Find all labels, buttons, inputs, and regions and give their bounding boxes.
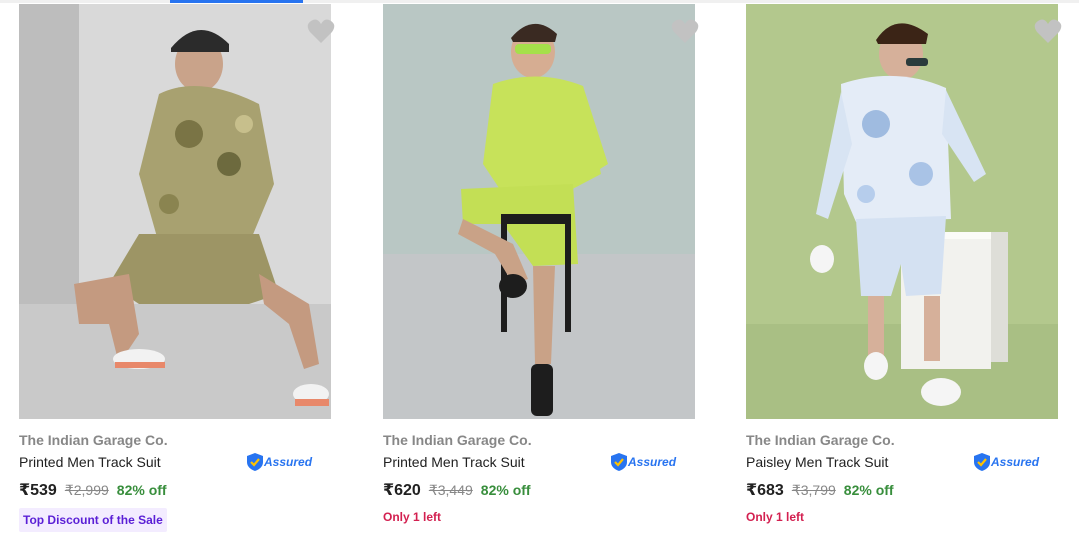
wishlist-heart-icon[interactable] (307, 18, 335, 44)
selling-price: ₹539 (19, 482, 57, 499)
assured-label: Assured (628, 455, 677, 469)
stock-status: Only 1 left (746, 510, 805, 524)
stock-status: Only 1 left (383, 510, 442, 524)
product-card[interactable]: The Indian Garage Co. Printed Men Track … (19, 0, 349, 537)
wishlist-heart-icon[interactable] (671, 18, 699, 44)
product-title[interactable]: Printed Men Track Suit (383, 454, 525, 470)
discount-percent: 82% off (843, 482, 894, 498)
assured-badge: Assured (247, 452, 312, 472)
price-row: ₹683 ₹3,799 82% off (746, 480, 894, 500)
assured-badge: Assured (611, 452, 676, 472)
product-brand[interactable]: The Indian Garage Co. (383, 432, 532, 448)
assured-shield-icon (247, 453, 263, 471)
original-price: ₹3,799 (791, 482, 836, 498)
product-brand[interactable]: The Indian Garage Co. (746, 432, 895, 448)
assured-label: Assured (264, 455, 313, 469)
product-title[interactable]: Paisley Men Track Suit (746, 454, 888, 470)
original-price: ₹3,449 (428, 482, 473, 498)
product-card[interactable]: The Indian Garage Co. Printed Men Track … (383, 0, 713, 537)
price-row: ₹620 ₹3,449 82% off (383, 480, 531, 500)
discount-percent: 82% off (480, 482, 531, 498)
assured-shield-icon (974, 453, 990, 471)
product-image[interactable] (383, 4, 695, 419)
product-title[interactable]: Printed Men Track Suit (19, 454, 161, 470)
selling-price: ₹620 (383, 482, 421, 499)
assured-shield-icon (611, 453, 627, 471)
assured-label: Assured (991, 455, 1040, 469)
product-image[interactable] (746, 4, 1058, 419)
assured-badge: Assured (974, 452, 1039, 472)
discount-percent: 82% off (116, 482, 167, 498)
product-brand[interactable]: The Indian Garage Co. (19, 432, 168, 448)
selling-price: ₹683 (746, 482, 784, 499)
sale-tag: Top Discount of the Sale (19, 508, 167, 532)
product-card[interactable]: The Indian Garage Co. Paisley Men Track … (746, 0, 1076, 537)
original-price: ₹2,999 (64, 482, 109, 498)
product-image[interactable] (19, 4, 331, 419)
wishlist-heart-icon[interactable] (1034, 18, 1062, 44)
price-row: ₹539 ₹2,999 82% off (19, 480, 167, 500)
